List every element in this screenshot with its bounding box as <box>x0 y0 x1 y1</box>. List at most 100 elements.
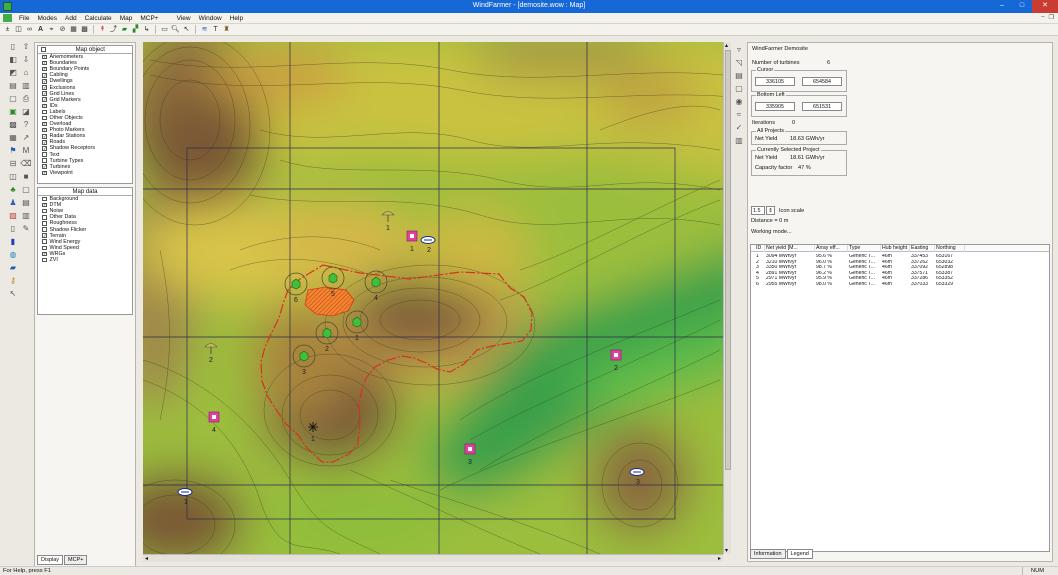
wave-icon[interactable]: ≈ <box>733 109 745 120</box>
graph-icon[interactable]: ▤ <box>733 70 745 81</box>
maximize-button[interactable]: □ <box>1012 0 1032 13</box>
tab-mcp[interactable]: MCP+ <box>64 555 88 565</box>
layout-icon[interactable]: ⊟ <box>7 158 19 169</box>
document-icon[interactable] <box>3 14 12 22</box>
column-header[interactable]: Net yield [M... <box>765 245 815 252</box>
map-object-checkbox[interactable] <box>42 103 47 109</box>
calc-icon[interactable]: ▦ <box>7 132 19 143</box>
zoom-icon[interactable]: ⊘ <box>58 25 67 34</box>
table-icon[interactable]: ▥ <box>20 80 32 91</box>
map-data-checkbox[interactable] <box>42 257 47 263</box>
map-data-checkbox[interactable] <box>42 239 47 244</box>
tab-display[interactable]: Display <box>37 555 64 565</box>
layers-icon[interactable]: ▰ <box>120 25 129 34</box>
scroll-up-icon[interactable]: ▴ <box>725 42 728 49</box>
move-up-icon[interactable]: ⇧ <box>20 41 32 52</box>
map-object-checkbox[interactable] <box>42 54 47 60</box>
list-icon[interactable]: ▥ <box>733 135 745 146</box>
map-icon[interactable]: ▩ <box>80 25 89 34</box>
filter-icon[interactable]: ▿ <box>733 44 745 55</box>
open-icon[interactable]: ◧ <box>7 54 19 65</box>
column-header[interactable]: Type <box>848 245 881 252</box>
map-object-all-checkbox[interactable] <box>41 47 46 52</box>
menu-modes[interactable]: Modes <box>33 15 61 22</box>
help-cursor-icon[interactable]: ↖ <box>7 288 19 299</box>
column-header[interactable]: Northing <box>935 245 965 252</box>
map-object-checkbox[interactable] <box>42 152 47 157</box>
map-data-checkbox[interactable] <box>42 202 47 208</box>
new-file-icon[interactable]: ▯ <box>7 41 19 52</box>
menu-file[interactable]: File <box>15 15 33 22</box>
map-object-item[interactable]: Viewpoint <box>38 170 132 176</box>
wind-icon[interactable]: ↗ <box>20 132 32 143</box>
chart-tool-icon[interactable]: ◪ <box>20 106 32 117</box>
menu-view[interactable]: View <box>173 15 195 22</box>
map-data-checkbox[interactable] <box>42 245 47 251</box>
line-icon[interactable]: ⤴ <box>109 25 118 34</box>
measure-icon[interactable]: ↳ <box>142 25 151 34</box>
question-icon[interactable]: ? <box>20 119 32 130</box>
grid-icon[interactable]: ▦ <box>69 25 78 34</box>
mdi-restore-icon[interactable]: ❐ <box>1049 14 1054 21</box>
grid-tool-icon[interactable]: ▩ <box>7 119 19 130</box>
check-icon[interactable]: ✓ <box>733 122 745 133</box>
key-icon[interactable]: ⚷ <box>7 275 19 286</box>
map-view[interactable]: 1 2 3 4 5 6 1 2 3 4 1 2 2 3 1 1 <box>143 42 723 554</box>
column-header[interactable]: Easting <box>910 245 935 252</box>
map-object-checkbox[interactable] <box>42 170 47 176</box>
menu-help[interactable]: Help <box>226 15 247 22</box>
zoom-in-icon[interactable]: 🔍︎ <box>171 25 180 34</box>
box-icon[interactable]: ▢ <box>20 184 32 195</box>
text-tool-icon[interactable]: T <box>211 25 220 34</box>
horizontal-scrollbar[interactable]: ◂ ▸ <box>143 554 723 562</box>
globe-icon[interactable]: ◍ <box>7 249 19 260</box>
select-rect-icon[interactable]: ▭ <box>160 25 169 34</box>
layers-tool-icon[interactable]: ▰ <box>7 262 19 273</box>
map-data-item[interactable]: ZVI <box>38 257 132 263</box>
map-object-checkbox[interactable] <box>42 121 47 127</box>
pan-icon[interactable]: ± <box>3 25 12 34</box>
scroll-left-icon[interactable]: ◂ <box>145 555 148 562</box>
menu-window[interactable]: Window <box>195 15 226 22</box>
map-object-checkbox[interactable] <box>42 60 47 66</box>
map-object-checkbox[interactable] <box>42 73 47 78</box>
image-icon[interactable]: ▧ <box>7 210 19 221</box>
map-data-checkbox[interactable] <box>42 196 47 202</box>
map-object-checkbox[interactable] <box>42 85 47 90</box>
save-icon[interactable]: ◩ <box>7 67 19 78</box>
window-icon[interactable]: ▢ <box>733 83 745 94</box>
terrain-icon[interactable]: ▣ <box>7 106 19 117</box>
view-icon[interactable]: ◉ <box>733 96 745 107</box>
map-object-checkbox[interactable] <box>42 140 47 145</box>
tab-information[interactable]: Information <box>750 549 786 559</box>
map-data-checkbox[interactable] <box>42 233 47 238</box>
report-icon[interactable]: ▥ <box>20 210 32 221</box>
mdi-minimize-icon[interactable]: ‒ <box>1041 14 1044 21</box>
map-object-checkbox[interactable] <box>42 158 47 163</box>
pointer-icon[interactable]: ↖ <box>182 25 191 34</box>
pen-icon[interactable]: ✎ <box>20 223 32 234</box>
tree-icon[interactable]: ♣ <box>7 184 19 195</box>
tab-legend[interactable]: Legend <box>786 549 813 559</box>
map-object-checkbox[interactable] <box>42 91 47 96</box>
map-object-checkbox[interactable] <box>42 97 47 102</box>
terrain-map[interactable]: 1 2 3 4 5 6 1 2 3 4 1 2 2 3 1 1 <box>143 42 723 554</box>
fence-icon[interactable]: ≋ <box>200 25 209 34</box>
stats-icon[interactable]: ▤ <box>20 197 32 208</box>
turbine-icon[interactable]: ↟ <box>98 25 107 34</box>
optimize-icon[interactable]: ♜ <box>222 25 231 34</box>
page-icon[interactable]: ▢ <box>7 93 19 104</box>
info-icon[interactable]: ▮ <box>7 236 19 247</box>
menu-map[interactable]: Map <box>116 15 137 22</box>
menu-mcp[interactable]: MCP+ <box>136 15 162 22</box>
map-object-checkbox[interactable] <box>42 115 47 121</box>
block-icon[interactable]: ■ <box>20 171 32 182</box>
menu-calculate[interactable]: Calculate <box>81 15 116 22</box>
scroll-down-icon[interactable]: ▾ <box>725 547 728 554</box>
doc-blank-icon[interactable]: ▯ <box>7 223 19 234</box>
icon-scale-input[interactable]: 1.5 <box>751 206 765 215</box>
link-icon[interactable]: ∞ <box>25 25 34 34</box>
marker-m-icon[interactable]: M <box>20 145 32 156</box>
map-object-checkbox[interactable] <box>42 66 47 72</box>
scroll-right-icon[interactable]: ▸ <box>718 555 721 562</box>
